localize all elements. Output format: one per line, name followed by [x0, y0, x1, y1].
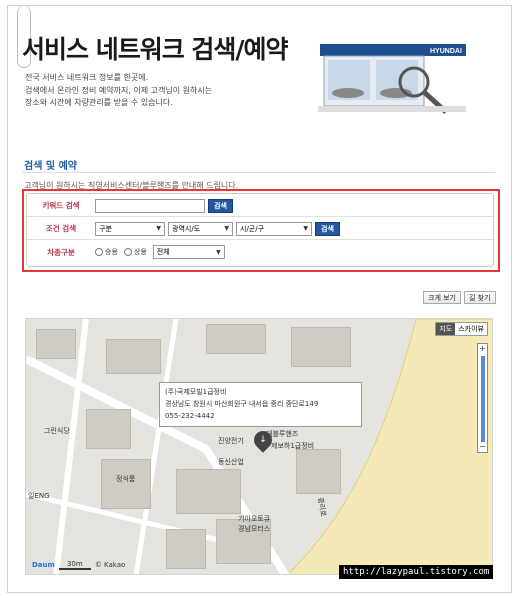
page-description: 전국 서비스 네트워크 정보를 한곳에. 검색에서 온라인 정비 예약까지, 이… — [25, 72, 225, 110]
keyword-row: 키워드 검색 검색 — [27, 195, 493, 217]
desc-line: 장소와 시간에 차량관리를 받을 수 있습니다. — [25, 98, 173, 107]
map-label: 제보하1급정비 — [271, 442, 315, 450]
map-label: 그린식당 — [44, 427, 70, 435]
desc-line: 전국 서비스 네트워크 정보를 한곳에. — [25, 73, 149, 82]
category-select[interactable]: 구분 ▼ — [95, 221, 165, 236]
map-type-map[interactable]: 지도 — [436, 323, 456, 335]
category-select-value: 구분 — [99, 224, 112, 233]
condition-label: 조건 검색 — [45, 224, 77, 233]
building — [106, 339, 161, 374]
scale-bar: 30m — [58, 560, 91, 570]
passenger-radio[interactable]: 승용 — [95, 247, 118, 257]
building — [296, 449, 341, 494]
vehicle-select-value: 전체 — [156, 248, 170, 256]
condition-search-button[interactable]: 검색 — [315, 221, 340, 236]
building — [36, 329, 76, 359]
section-title: 검색 및 예약 — [24, 161, 77, 172]
desc-line: 검색에서 온라인 정비 예약까지, 이제 고객님이 원하시는 — [25, 85, 213, 95]
map-label: 기아오토큐 — [238, 515, 271, 523]
chevron-down-icon: ▼ — [303, 225, 308, 232]
building — [176, 469, 241, 514]
map-type-skyview[interactable]: 스카이뷰 — [455, 323, 487, 335]
map-label: 일ENG — [28, 492, 50, 500]
service-center-illustration: HYUNDAI — [318, 44, 466, 114]
vehicle-type-select[interactable]: 전체 ▼ — [152, 245, 225, 259]
chevron-down-icon: ▼ — [224, 225, 229, 232]
vehicle-label: 차종구분 — [47, 247, 75, 257]
directions-button[interactable]: 길 찾기 — [464, 291, 496, 304]
vehicle-row: 차종구분 승용 상용 전체 ▼ — [27, 241, 493, 263]
large-map-button[interactable]: 크게 보기 — [423, 291, 461, 304]
zoom-control[interactable]: + − — [477, 343, 488, 453]
keyword-label: 키워드 검색 — [42, 201, 80, 210]
building — [166, 529, 206, 569]
place-address: 경상남도 창원시 마산회원구 내서읍 중리 중단로149 — [165, 400, 319, 408]
building — [86, 409, 131, 449]
location-pin-icon[interactable]: ↓ — [250, 427, 276, 453]
city-select-value: 시/군/구 — [240, 224, 265, 233]
map-label: 진양전기 — [218, 437, 244, 445]
place-name: (주)국제모빌1급정비 — [165, 388, 227, 396]
zoom-out-icon[interactable]: − — [478, 442, 487, 452]
keyword-input[interactable] — [95, 198, 205, 213]
keyword-search-button[interactable]: 검색 — [208, 198, 233, 213]
place-info-bubble[interactable]: (주)국제모빌1급정비 경상남도 창원시 마산회원구 내서읍 중리 중단로149… — [159, 382, 362, 427]
map-scale: Daum 30m © Kakao — [32, 560, 125, 570]
province-select[interactable]: 광역시/도 ▼ — [168, 221, 233, 236]
city-select[interactable]: 시/군/구 ▼ — [236, 221, 312, 236]
daum-logo: Daum — [32, 561, 55, 569]
map-type-toggle: 지도 스카이뷰 — [435, 322, 488, 336]
building — [291, 327, 351, 367]
radio-icon — [95, 248, 103, 256]
page-title: 서비스 네트워크 검색/예약 — [22, 35, 289, 64]
condition-row: 조건 검색 구분 ▼ 광역시/도 ▼ 시/군/구 ▼ 검색 — [27, 218, 493, 240]
map-view[interactable]: 그린식당 정식룸 일ENG 진양전기 동신산업 대블루핸즈 제보하1급정비 기아… — [25, 318, 493, 575]
map-label: 경남모터스 — [238, 525, 271, 533]
commercial-radio[interactable]: 상용 — [123, 247, 147, 257]
building — [101, 459, 151, 509]
section-divider — [22, 172, 495, 173]
radio-icon — [123, 248, 132, 256]
chevron-down-icon: ▼ — [216, 248, 221, 256]
kakao-copyright: © Kakao — [94, 561, 126, 569]
map-label: 정식룸 — [116, 475, 136, 483]
brand-logo-text: HYUNDAI — [430, 48, 462, 55]
passenger-radio-label: 승용 — [105, 248, 118, 256]
zoom-slider[interactable] — [481, 356, 485, 442]
province-select-value: 광역시/도 — [172, 224, 201, 233]
zoom-in-icon[interactable]: + — [478, 344, 487, 354]
watermark: http://lazypaul.tistory.com — [339, 565, 494, 579]
commercial-radio-label: 상용 — [133, 248, 147, 256]
place-phone: 055-232-4442 — [165, 412, 215, 420]
map-label: 동신산업 — [218, 458, 244, 466]
building — [206, 324, 266, 354]
chevron-down-icon: ▼ — [156, 225, 161, 232]
